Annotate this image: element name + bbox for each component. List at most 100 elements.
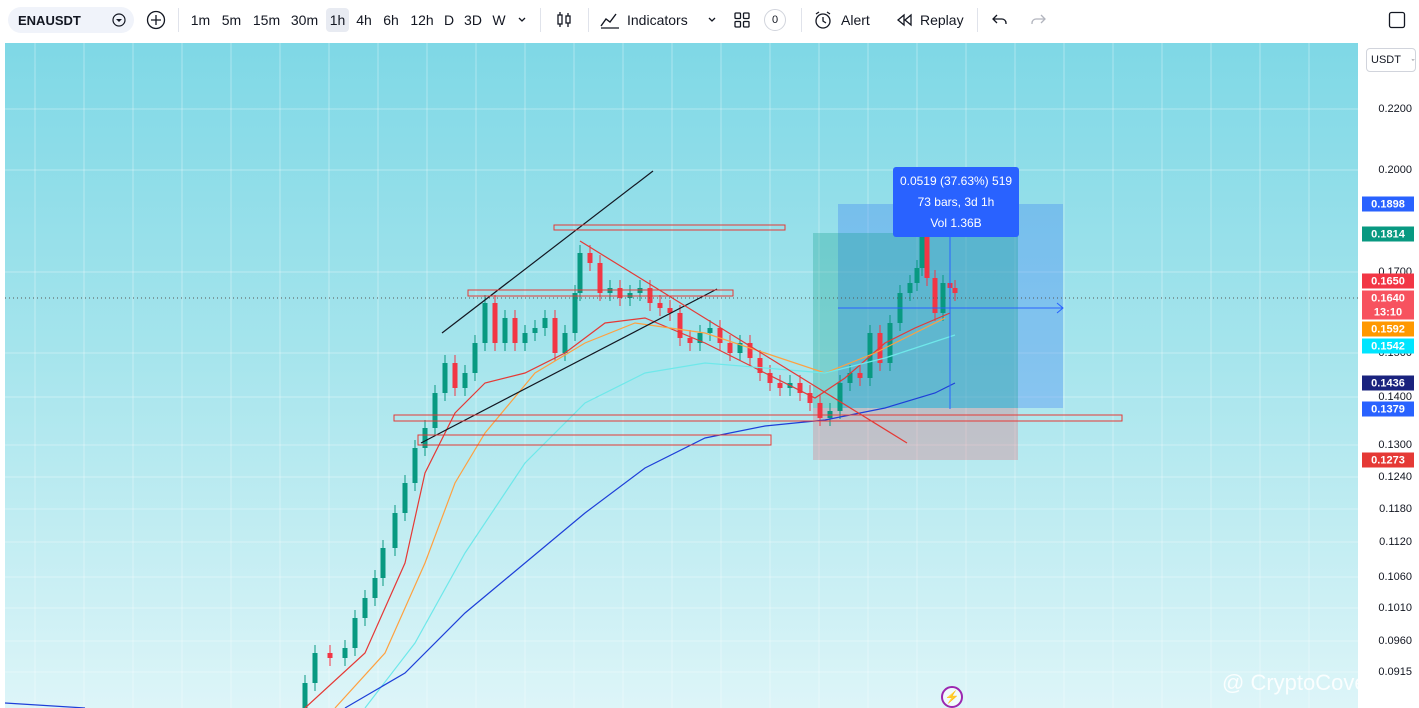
candle-body xyxy=(532,328,538,333)
add-symbol-icon[interactable] xyxy=(145,8,167,32)
long-position-profit-zone xyxy=(813,233,1018,408)
chevron-down-icon xyxy=(1411,59,1415,61)
candle-body xyxy=(342,648,348,658)
interval-30m[interactable]: 30m xyxy=(287,8,322,32)
candle-body xyxy=(412,448,418,483)
axis-tick: 0.2200 xyxy=(1378,103,1412,115)
replay-button[interactable]: Replay xyxy=(894,8,968,32)
alert-button[interactable]: Alert xyxy=(813,8,879,32)
axis-tick: 0.0960 xyxy=(1378,635,1412,647)
interval-4h[interactable]: 4h xyxy=(353,8,375,32)
indicators-button[interactable]: Indicators xyxy=(599,8,695,32)
currency-label: USDT xyxy=(1371,54,1401,66)
candle-body xyxy=(687,338,693,343)
interval-1m[interactable]: 1m xyxy=(187,8,214,32)
candle-body xyxy=(914,268,920,283)
candle-body xyxy=(657,303,663,308)
candles-icon[interactable] xyxy=(551,8,577,32)
candle-body xyxy=(452,363,458,388)
measure-tooltip: 0.0519 (37.63%) 519 73 bars, 3d 1h Vol 1… xyxy=(893,167,1019,237)
candle-body xyxy=(482,303,488,343)
candle-body xyxy=(717,328,723,343)
chart-pane[interactable]: 0.0519 (37.63%) 519 73 bars, 3d 1h Vol 1… xyxy=(5,43,1358,708)
undo-icon[interactable] xyxy=(989,8,1011,32)
trendline-upper xyxy=(441,170,654,334)
interval-6h[interactable]: 6h xyxy=(380,8,402,32)
candle-body xyxy=(512,318,518,343)
candle-body xyxy=(542,318,548,328)
candle-body xyxy=(562,333,568,353)
chevron-down-icon[interactable] xyxy=(108,10,130,30)
interval-5m[interactable]: 5m xyxy=(218,8,245,32)
candle-body xyxy=(402,483,408,513)
replay-label: Replay xyxy=(920,12,964,28)
alert-label: Alert xyxy=(841,12,870,28)
price-label: 0.1436 xyxy=(1362,375,1414,391)
candle-body xyxy=(352,618,358,648)
candle-body xyxy=(432,393,438,428)
candle-body xyxy=(677,313,683,338)
candle-body xyxy=(492,303,498,343)
measure-bars: 73 bars, 3d 1h xyxy=(917,194,995,209)
candle-body xyxy=(837,383,843,411)
candle-body xyxy=(392,513,398,548)
price-label: 0.1592 xyxy=(1362,321,1414,337)
symbol-search[interactable]: ENAUSDT xyxy=(8,7,134,33)
currency-selector[interactable]: USDT xyxy=(1366,48,1416,72)
price-axis[interactable]: USDT 0.22000.20000.17000.15000.14000.130… xyxy=(1358,43,1419,708)
templates-count-badge[interactable]: 0 xyxy=(764,9,786,31)
intervals-dropdown-icon[interactable] xyxy=(513,8,531,32)
candle-body xyxy=(522,333,528,343)
chart-canvas[interactable] xyxy=(5,43,1358,708)
axis-tick: 0.1240 xyxy=(1378,471,1412,483)
interval-15m[interactable]: 15m xyxy=(250,8,283,32)
candle-body xyxy=(502,318,508,343)
interval-3d[interactable]: 3D xyxy=(462,8,484,32)
axis-tick: 0.0915 xyxy=(1378,666,1412,678)
candle-body xyxy=(577,253,583,293)
fullscreen-icon[interactable] xyxy=(1386,8,1408,32)
candle-body xyxy=(707,328,713,333)
indicators-dropdown-icon[interactable] xyxy=(703,8,721,32)
price-label: 0.1650 xyxy=(1362,273,1414,289)
candle-body xyxy=(857,373,863,378)
candle-body xyxy=(597,263,603,293)
replay-icon xyxy=(896,13,912,27)
axis-tick: 0.1010 xyxy=(1378,602,1412,614)
price-label: 0.1542 xyxy=(1362,338,1414,354)
divider xyxy=(540,8,541,32)
candle-body xyxy=(907,283,913,293)
indicators-label: Indicators xyxy=(627,12,688,28)
ma-line-blue-left xyxy=(5,702,86,708)
alert-clock-icon xyxy=(815,11,831,29)
candle-body xyxy=(552,318,558,353)
axis-tick: 0.2000 xyxy=(1378,164,1412,176)
candle-body xyxy=(587,253,593,263)
candle-body xyxy=(572,293,578,333)
divider xyxy=(801,8,802,32)
candle-body xyxy=(952,288,958,293)
candle-body xyxy=(817,403,823,418)
axis-tick: 0.1180 xyxy=(1379,503,1412,515)
price-label: 0.1640 xyxy=(1362,290,1414,306)
divider xyxy=(588,8,589,32)
price-label: 13:10 xyxy=(1362,304,1414,320)
interval-1h[interactable]: 1h xyxy=(326,8,349,32)
price-label: 0.1814 xyxy=(1362,226,1414,242)
lightning-icon[interactable]: ⚡ xyxy=(941,686,963,708)
candle-body xyxy=(442,363,448,393)
price-label: 0.1898 xyxy=(1362,196,1414,212)
indicators-icon xyxy=(600,13,619,29)
redo-icon[interactable] xyxy=(1027,8,1049,32)
axis-tick: 0.1060 xyxy=(1378,571,1412,583)
candle-body xyxy=(380,548,386,578)
interval-d[interactable]: D xyxy=(441,8,457,32)
support-zone xyxy=(417,434,772,446)
divider xyxy=(178,8,179,32)
measure-volume: Vol 1.36B xyxy=(930,215,982,230)
interval-12h[interactable]: 12h xyxy=(408,8,436,32)
symbol-name: ENAUSDT xyxy=(18,12,81,28)
templates-grid-icon[interactable] xyxy=(731,8,753,32)
interval-w[interactable]: W xyxy=(489,8,509,32)
price-label: 0.1273 xyxy=(1362,452,1414,468)
